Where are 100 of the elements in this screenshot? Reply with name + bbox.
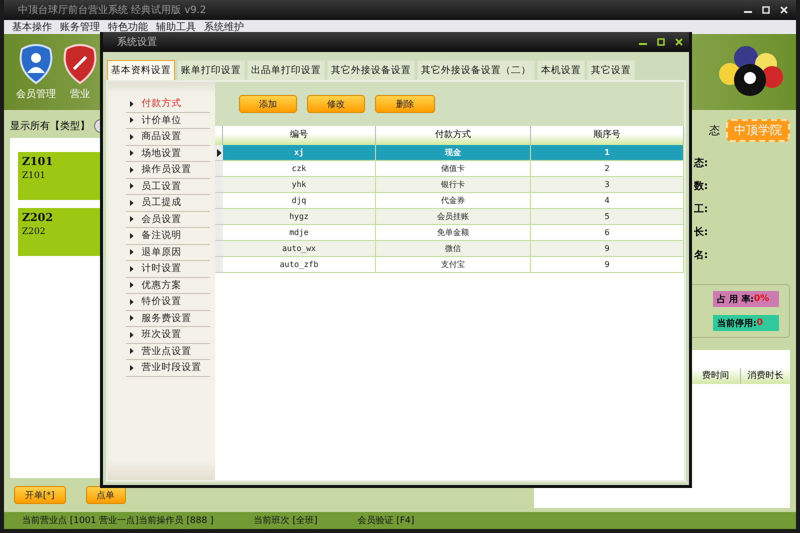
- triangle-icon: [130, 150, 134, 156]
- status-text: 当前营业点 [1001 营业一点]当前操作员 [888 ]: [22, 514, 214, 527]
- category-item[interactable]: 场地设置: [126, 146, 210, 162]
- table-cell: 会员挂账: [376, 209, 531, 225]
- action-button[interactable]: 添加: [239, 95, 297, 113]
- table-cell: 5: [531, 209, 684, 225]
- triangle-icon: [130, 315, 134, 322]
- info-label: 数:: [694, 180, 709, 193]
- row-header: [215, 126, 223, 145]
- close-icon[interactable]: [780, 6, 788, 14]
- table-cell: 储值卡: [376, 161, 531, 177]
- window-title: 中顶台球厅前台营业系统 经典试用版 v9.2: [18, 4, 206, 17]
- column-header: 消费时长: [740, 368, 790, 384]
- table-cell: xj: [223, 145, 376, 161]
- triangle-icon: [130, 200, 134, 206]
- table-cell: czk: [223, 161, 376, 177]
- action-button[interactable]: 开单[*]: [14, 486, 66, 504]
- tab[interactable]: 其它外接设备设置（二）: [417, 60, 535, 80]
- table-cell: 6: [531, 225, 684, 241]
- triangle-icon: [130, 348, 134, 354]
- category-item[interactable]: 操作员设置: [126, 162, 210, 178]
- tab[interactable]: 基本资料设置: [107, 60, 175, 80]
- category-item[interactable]: 备注说明: [126, 228, 210, 244]
- menu-item[interactable]: 账务管理: [60, 20, 100, 34]
- stat-value: 0%: [754, 294, 770, 304]
- info-label: 长:: [694, 226, 709, 239]
- table-cell: auto_zfb: [223, 257, 376, 273]
- triangle-icon: [130, 117, 134, 124]
- category-item[interactable]: 营业点设置: [126, 344, 210, 360]
- table-cell: 2: [531, 161, 684, 177]
- table-cell: 免单金额: [376, 225, 531, 241]
- menu-item[interactable]: 辅助工具: [156, 20, 196, 34]
- category-item[interactable]: 班次设置: [126, 327, 210, 344]
- triangle-icon: [216, 148, 222, 156]
- column-header: 顺序号: [531, 126, 684, 145]
- section-heading: 态: [709, 122, 720, 138]
- triangle-icon: [130, 332, 134, 338]
- triangle-icon: [130, 134, 134, 140]
- close-icon[interactable]: [675, 38, 683, 46]
- column-header: 费时间: [690, 368, 740, 384]
- table-cell: 9: [531, 257, 684, 273]
- triangle-icon: [130, 100, 134, 107]
- stat-value: 0: [756, 318, 763, 328]
- category-item[interactable]: 计时设置: [126, 261, 210, 278]
- category-item[interactable]: 退单原因: [126, 244, 210, 261]
- action-button[interactable]: 点单: [86, 486, 126, 504]
- table-cell: 3: [531, 177, 684, 193]
- status-text: 会员验证 [F4]: [357, 514, 414, 527]
- category-item[interactable]: 营业时段设置: [126, 360, 210, 376]
- toolbar-label[interactable]: 会员管理: [16, 87, 56, 101]
- table-cell: mdje: [223, 225, 376, 241]
- tab[interactable]: 其它设置: [587, 60, 635, 80]
- table-cell: 代金券: [376, 193, 531, 209]
- stat-label: 当前停用:: [717, 318, 757, 330]
- info-label: 名:: [694, 248, 709, 262]
- action-button[interactable]: 删除: [375, 95, 435, 113]
- menu-item[interactable]: 特色功能: [108, 20, 148, 34]
- menu-item[interactable]: 基本操作: [12, 20, 52, 34]
- tab[interactable]: 出品单打印设置: [247, 60, 325, 80]
- table-cell: 现金: [376, 145, 531, 161]
- tab[interactable]: 本机设置: [537, 60, 585, 80]
- table-cell: 微信: [376, 241, 531, 257]
- maximize-icon[interactable]: [657, 38, 665, 46]
- tab[interactable]: 其它外接设备设置: [327, 60, 415, 80]
- category-item[interactable]: 员工提成: [126, 195, 210, 212]
- category-item[interactable]: 付款方式: [126, 96, 210, 112]
- menu-item[interactable]: 系统维护: [204, 20, 244, 34]
- triangle-icon: [130, 232, 134, 239]
- table-code: Z101: [22, 171, 46, 181]
- table-cell: hygz: [223, 209, 376, 225]
- table-name: Z202: [22, 211, 53, 224]
- category-item[interactable]: 员工设置: [126, 178, 210, 195]
- row-indicator[interactable]: [215, 145, 223, 161]
- triangle-icon: [130, 266, 134, 272]
- category-item[interactable]: 计价单位: [126, 112, 210, 129]
- status-text: 当前班次 [全班]: [254, 514, 318, 527]
- category-item[interactable]: 会员设置: [126, 212, 210, 228]
- maximize-icon[interactable]: [762, 6, 770, 14]
- triangle-icon: [130, 298, 134, 305]
- column-header: 编号: [223, 126, 376, 145]
- table-cell: 支付宝: [376, 257, 531, 273]
- category-item[interactable]: 服务费设置: [126, 310, 210, 327]
- table-cell: 1: [531, 145, 684, 161]
- stat-label: 占 用 率:: [717, 293, 754, 306]
- category-item[interactable]: 优惠方案: [126, 278, 210, 294]
- tab[interactable]: 账单打印设置: [177, 60, 245, 80]
- table-cell: 9: [531, 241, 684, 257]
- table-cell: 银行卡: [376, 177, 531, 193]
- table-cell: djq: [223, 193, 376, 209]
- category-item[interactable]: 特价设置: [126, 294, 210, 310]
- table-cell: yhk: [223, 177, 376, 193]
- table-code: Z202: [22, 227, 46, 237]
- info-label: 工:: [694, 203, 709, 216]
- triangle-icon: [130, 364, 134, 371]
- column-header: 付款方式: [376, 126, 531, 145]
- category-item[interactable]: 商品设置: [126, 129, 210, 146]
- table-cell: 4: [531, 193, 684, 209]
- dialog-title: 系统设置: [117, 36, 157, 49]
- action-button[interactable]: 修改: [307, 95, 365, 113]
- table-cell: auto_wx: [223, 241, 376, 257]
